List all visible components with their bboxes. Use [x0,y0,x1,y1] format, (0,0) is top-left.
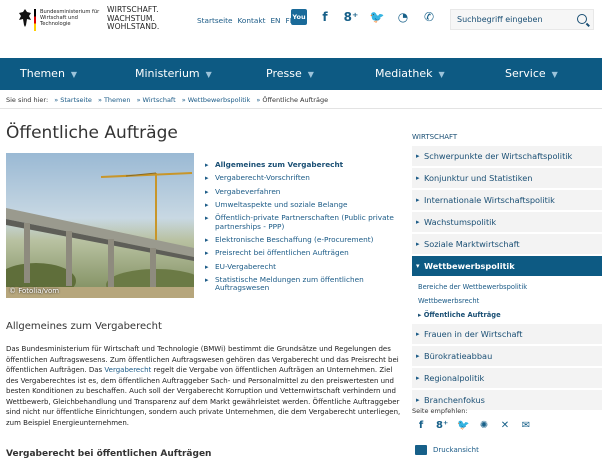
nav-item-presse[interactable]: Presse ▼ [266,67,314,80]
slogan-line: WOHLSTAND. [107,22,160,31]
share-icons: f 8⁺ 🐦 ✺ ✕ ✉ [415,420,532,432]
search-icon[interactable] [577,14,587,24]
bridge-illustration [6,172,194,298]
topic-link[interactable]: Elektronische Beschaffung (e-Procurement… [205,235,395,245]
facebook-icon[interactable]: f [317,9,333,25]
sidebar-subitem[interactable]: Bereiche der Wettbewerbspolitik [412,280,602,294]
xing-icon[interactable]: ✕ [499,420,511,432]
rss-icon[interactable]: ◔ [395,9,411,25]
topic-link[interactable]: Statistische Meldungen zum öffentlichen … [205,275,395,293]
top-links: Startseite Kontakt EN FR [197,16,295,25]
chevron-down-icon: ▼ [438,70,445,79]
sidebar-nav: Schwerpunkte der Wirtschaftspolitik Konj… [412,146,602,412]
share-label: Seite empfehlen: [412,407,468,415]
link-kontakt[interactable]: Kontakt [238,16,266,25]
flag-stripe [34,9,36,31]
hero-image: © Fotolia/vom [6,153,194,298]
search-input[interactable]: Suchbegriff eingeben [457,15,543,24]
nav-item-themen[interactable]: Themen ▼ [20,67,77,80]
breadcrumb-wirtschaft[interactable]: Wirtschaft [143,96,176,104]
nav-item-mediathek[interactable]: Mediathek ▼ [375,67,445,80]
nav-label: Mediathek [375,67,433,80]
youtube-icon[interactable]: You [291,9,307,25]
paragraph-text: regelt die Vergabe von öffentlichen Auft… [6,366,401,427]
facebook-icon[interactable]: f [415,420,427,432]
sidebar-item[interactable]: Konjunktur und Statistiken [412,168,602,188]
chevron-down-icon: ▼ [551,70,558,79]
chevron-down-icon: ▼ [205,70,212,79]
breadcrumb-wettbewerbspolitik[interactable]: Wettbewerbspolitik [188,96,251,104]
sidebar-item[interactable]: Schwerpunkte der Wirtschaftspolitik [412,146,602,166]
sidebar-item[interactable]: Wachstumspolitik [412,212,602,232]
googleplus-icon[interactable]: 8⁺ [436,420,448,432]
printer-icon [415,445,427,455]
nav-item-service[interactable]: Service ▼ [505,67,558,80]
breadcrumb-themen[interactable]: Themen [104,96,131,104]
link-startseite[interactable]: Startseite [197,16,233,25]
topic-link[interactable]: Vergabeverfahren [205,187,395,197]
chevron-down-icon: ▼ [307,70,314,79]
topic-link[interactable]: Umweltaspekte und soziale Belange [205,200,395,210]
vergaberecht-link[interactable]: Vergaberecht [104,366,151,374]
sidebar-item[interactable]: Soziale Marktwirtschaft [412,234,602,254]
sidebar-item[interactable]: Bürokratieabbau [412,346,602,366]
email-icon[interactable]: ✉ [520,420,532,432]
sidebar-subitem-current[interactable]: ▸ Öffentliche Aufträge [412,308,602,322]
sidebar-item[interactable]: Internationale Wirtschaftspolitik [412,190,602,210]
topic-link[interactable]: EU-Vergaberecht [205,262,395,272]
topic-link[interactable]: Preisrecht bei öffentlichen Aufträgen [205,249,395,258]
chevron-down-icon: ▼ [70,70,78,79]
topic-list: Allgemeines zum Vergaberecht Vergaberech… [205,160,395,298]
mobile-icon[interactable]: ✆ [421,9,437,25]
nav-label: Themen [20,67,65,80]
eagle-icon [19,9,31,27]
print-label: Druckansicht [433,446,479,454]
sidebar-item[interactable]: Regionalpolitik [412,368,602,388]
ministry-logo[interactable]: Bundesministerium für Wirtschaft und Tec… [18,6,99,36]
body-paragraph: Das Bundesministerium für Wirtschaft und… [6,344,401,428]
search-box[interactable]: Suchbegriff eingeben [450,9,594,30]
breadcrumb-prefix: Sie sind hier: [6,96,49,104]
twitter-icon[interactable]: 🐦 [369,9,385,25]
topic-link[interactable]: Öffentlich-private Partnerschaften (Publ… [205,213,395,231]
sidebar-item-active[interactable]: Wettbewerbspolitik [412,256,602,276]
print-link[interactable]: Druckansicht [415,445,479,455]
link-en[interactable]: EN [270,16,280,25]
googleplus-icon[interactable]: 8⁺ [343,9,359,25]
subsection-heading: Vergaberecht bei öffentlichen Aufträgen [6,449,212,459]
social-links: You f 8⁺ 🐦 ◔ ✆ ✿ [291,9,463,25]
nav-item-ministerium[interactable]: Ministerium ▼ [135,67,212,80]
sidebar-subitem-label: Öffentliche Aufträge [423,311,501,319]
sidebar-item[interactable]: Frauen in der Wirtschaft [412,324,602,344]
breadcrumb-startseite[interactable]: Startseite [60,96,92,104]
divider [0,108,602,109]
nav-label: Presse [266,67,302,80]
nav-label: Ministerium [135,67,200,80]
photo-caption: © Fotolia/vom [9,287,60,295]
section-heading: Allgemeines zum Vergaberecht [6,321,162,332]
slogan: WIRTSCHAFT. WACHSTUM. WOHLSTAND. [107,5,160,32]
sidebar-heading: WIRTSCHAFT [412,133,458,141]
breadcrumb: Sie sind hier: » Startseite » Themen » Wirt… [6,96,329,104]
breadcrumb-current: Öffentliche Aufträge [262,96,329,104]
sidebar-subitem[interactable]: Wettbewerbsrecht [412,294,602,308]
main-nav: Themen ▼ Ministerium ▼ Presse ▼ Mediathek ▼ … [0,58,602,90]
topic-link[interactable]: Allgemeines zum Vergaberecht [205,160,395,170]
delicious-icon[interactable]: ✺ [478,420,490,432]
nav-label: Service [505,67,546,80]
page-title: Öffentliche Aufträge [6,123,178,143]
twitter-icon[interactable]: 🐦 [457,420,469,432]
topic-link[interactable]: Vergaberecht-Vorschriften [205,174,395,183]
ministry-name: Bundesministerium für Wirtschaft und Tec… [40,9,100,27]
sidebar-subnav: Bereiche der Wettbewerbspolitik Wettbewe… [412,278,602,324]
